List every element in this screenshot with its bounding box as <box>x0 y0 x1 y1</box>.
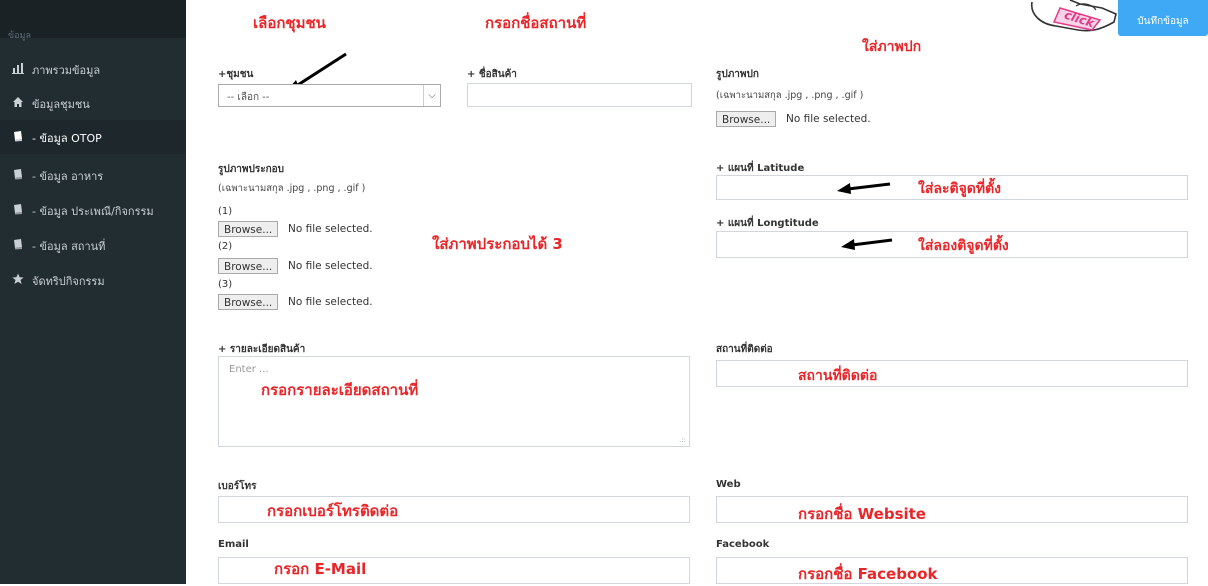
extra-image-1-filename: No file selected. <box>288 223 373 235</box>
extra-image-2-filename: No file selected. <box>288 260 373 272</box>
sidebar-item-label: ภาพรวมข้อมูล <box>32 64 101 77</box>
annotation-contact-place: สถานที่ติดต่อ <box>798 368 878 384</box>
sidebar-item-otop[interactable]: - ข้อมูล OTOP <box>0 120 186 154</box>
extra-image-3-browse-button[interactable]: Browse... <box>218 294 279 310</box>
community-label: +ชุมชน <box>218 69 254 80</box>
annotation-add-lng: ใส่ลองติจูดที่ตั้ง <box>918 238 1009 254</box>
book-icon <box>12 168 24 180</box>
sidebar-item-tradition[interactable]: - ข้อมูล ประเพณี/กิจกรรม <box>0 193 186 227</box>
extra-image-3-filename: No file selected. <box>288 296 373 308</box>
book-icon <box>12 130 24 142</box>
book-icon <box>12 238 24 250</box>
details-placeholder: Enter ... <box>229 364 269 375</box>
annotation-fill-website: กรอกชื่อ Website <box>798 505 926 523</box>
chevron-down-icon: ⌵ <box>423 85 440 106</box>
extra-images-hint: (เฉพาะนามสกุล .jpg , .png , .gif ) <box>218 183 366 194</box>
sidebar: ข้อมูล ภาพรวมข้อมูล ข้อมูลชุมชน - ข้อมูล… <box>0 0 186 584</box>
facebook-label: Facebook <box>716 539 770 550</box>
phone-label: เบอร์โทร <box>218 481 257 492</box>
latitude-label: + แผนที่ Latitude <box>716 163 805 174</box>
annotation-fill-email: กรอก E-Mail <box>274 560 367 578</box>
extra-image-1-browse-button[interactable]: Browse... <box>218 221 279 237</box>
extra-image-number: (1) <box>218 206 233 217</box>
extra-image-2-browse-button[interactable]: Browse... <box>218 258 279 274</box>
arrow-icon <box>837 182 891 194</box>
resize-handle-icon[interactable]: .:: <box>679 436 686 444</box>
website-input[interactable] <box>716 496 1188 523</box>
facebook-input[interactable] <box>716 557 1188 584</box>
star-icon <box>12 273 24 285</box>
bar-chart-icon <box>12 62 24 74</box>
annotation-choose-community: เลือกชุมชน <box>253 14 326 32</box>
annotation-fill-details: กรอกรายละเอียดสถานที่ <box>261 381 419 399</box>
details-label: + รายละเอียดสินค้า <box>218 344 306 355</box>
sidebar-item-label: - ข้อมูล สถานที่ <box>32 240 106 253</box>
sidebar-item-label: จัดทริปกิจกรรม <box>32 275 105 288</box>
cover-image-filename: No file selected. <box>786 113 871 125</box>
product-name-input[interactable] <box>467 83 692 107</box>
home-icon <box>12 96 24 108</box>
cover-image-label: รูปภาพปก <box>716 69 759 80</box>
sidebar-item-label: ข้อมูลชุมชน <box>32 98 90 111</box>
annotation-fill-place-name: กรอกชื่อสถานที่ <box>485 14 587 32</box>
annotation-add-lat: ใส่ละติจูดที่ตั้ง <box>918 181 1002 197</box>
click-hand-annotation: click <box>1030 0 1120 40</box>
community-select[interactable]: -- เลือก -- ⌵ <box>218 84 441 107</box>
sidebar-item-overview[interactable]: ภาพรวมข้อมูล <box>0 52 186 86</box>
arrow-icon <box>841 238 893 250</box>
annotation-add-cover: ใส่ภาพปก <box>862 39 922 55</box>
sidebar-item-place[interactable]: - ข้อมูล สถานที่ <box>0 228 186 262</box>
sidebar-header-label: ข้อมูล <box>8 31 32 41</box>
sidebar-item-community[interactable]: ข้อมูลชุมชน <box>0 86 186 120</box>
longitude-label: + แผนที่ Longtitude <box>716 218 819 229</box>
save-button[interactable]: บันทึกข้อมูล <box>1118 0 1208 36</box>
community-selected-value: -- เลือก -- <box>227 92 270 103</box>
sidebar-item-label: - ข้อมูล ประเพณี/กิจกรรม <box>32 205 154 218</box>
email-label: Email <box>218 539 249 550</box>
extra-images-label: รูปภาพประกอบ <box>218 164 285 175</box>
contact-place-label: สถานที่ติดต่อ <box>716 344 773 355</box>
web-label: Web <box>716 479 741 490</box>
contact-place-input[interactable] <box>716 360 1188 387</box>
sidebar-header: ข้อมูล <box>0 0 186 41</box>
product-name-label: + ชื่อสินค้า <box>467 69 517 80</box>
sidebar-item-label: - ข้อมูล OTOP <box>32 132 102 145</box>
sidebar-item-food[interactable]: - ข้อมูล อาหาร <box>0 158 186 192</box>
annotation-add-3-images: ใส่ภาพประกอบได้ 3 <box>432 235 563 253</box>
sidebar-item-trip[interactable]: จัดทริปกิจกรรม <box>0 263 186 297</box>
annotation-fill-facebook: กรอกชื่อ Facebook <box>798 565 938 583</box>
cover-image-hint: (เฉพาะนามสกุล .jpg , .png , .gif ) <box>716 90 864 101</box>
book-icon <box>12 203 24 215</box>
extra-image-number: (2) <box>218 241 233 252</box>
extra-image-number: (3) <box>218 279 233 290</box>
cover-image-browse-button[interactable]: Browse... <box>716 111 777 127</box>
sidebar-item-label: - ข้อมูล อาหาร <box>32 170 104 183</box>
annotation-fill-phone: กรอกเบอร์โทรติดต่อ <box>267 502 399 520</box>
